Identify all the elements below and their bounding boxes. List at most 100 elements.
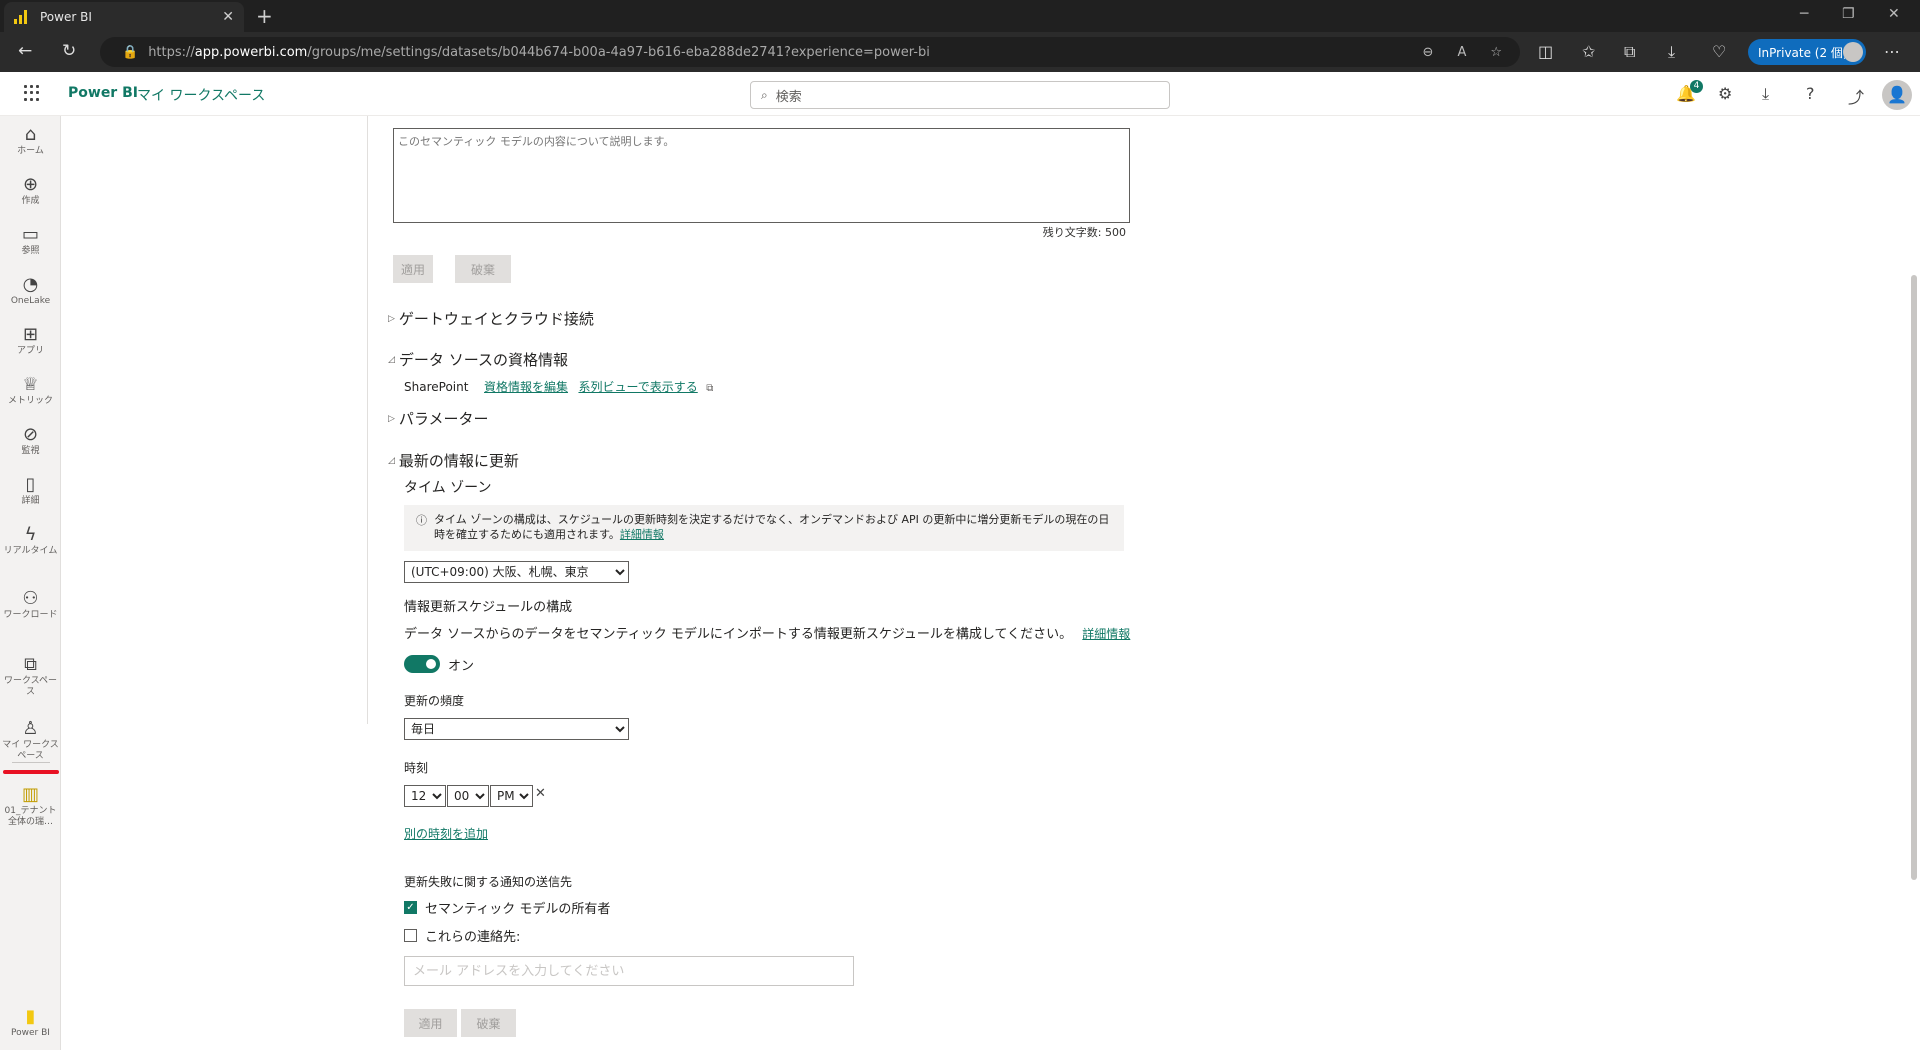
toggle-label: オン [448, 659, 475, 674]
downloads-icon[interactable]: ⤓ [1668, 42, 1675, 62]
nav-label: マイ ワークスペース [2, 740, 59, 761]
nav-item-browse[interactable]: ▭ 参照 [0, 224, 61, 257]
nav-item-report[interactable]: ▥ 01_テナント全体の瑞… [0, 784, 61, 828]
nav-item-monitor[interactable]: ⊘ 監視 [0, 424, 61, 457]
schedule-description-row: データ ソースからのデータをセマンティック モデルにインポートする情報更新スケジ… [404, 623, 1130, 642]
refresh-icon[interactable]: ↻ [62, 41, 76, 61]
inprivate-badge[interactable]: InPrivate (2 個) [1748, 39, 1866, 65]
more-icon[interactable]: ⋯ [1884, 42, 1900, 61]
back-icon[interactable]: ← [18, 41, 32, 61]
timezone-info-box: ⓘ タイム ゾーンの構成は、スケジュールの更新時刻を決定するだけでなく、オンデマ… [404, 505, 1124, 551]
settings-gear-icon[interactable]: ⚙ [1718, 84, 1732, 103]
schedule-description: データ ソースからのデータをセマンティック モデルにインポートする情報更新スケジ… [404, 627, 1073, 642]
nav-label: ホーム [17, 146, 44, 156]
address-bar[interactable]: 🔒 https:// app.powerbi.com /groups/me/se… [100, 37, 1520, 67]
lock-icon: 🔒 [122, 44, 139, 60]
restore-icon[interactable]: ❐ [1842, 6, 1855, 22]
nav-item-create[interactable]: ⊕ 作成 [0, 174, 61, 207]
page-scrollbar[interactable] [1911, 275, 1917, 880]
favorite-star-icon[interactable]: ☆ [1490, 45, 1502, 60]
brand-name[interactable]: Power BI [68, 85, 138, 101]
new-tab-icon[interactable]: + [256, 4, 273, 28]
browser-tab[interactable]: Power BI ✕ [4, 2, 244, 32]
powerbi-header: Power BI マイ ワークスペース ⌕ 検索 🔔 ⚙ ⤓ ? ⤴ [0, 72, 1920, 116]
ampm-select[interactable]: PM [490, 785, 533, 807]
view-lineage-link[interactable]: 系列ビューで表示する [578, 380, 697, 394]
nav-item-onelake[interactable]: ◔ OneLake [0, 274, 61, 307]
add-time-link[interactable]: 別の時刻を追加 [404, 825, 488, 842]
description-apply-button[interactable]: 適用 [393, 255, 433, 283]
url-prefix: https:// [148, 44, 195, 60]
nav-item-home[interactable]: ⌂ ホーム [0, 124, 61, 157]
nav-item-learn[interactable]: ▯ 詳細 [0, 474, 61, 507]
tab-close-icon[interactable]: ✕ [222, 9, 234, 25]
account-avatar[interactable]: 👤 [1882, 80, 1912, 110]
hour-select[interactable]: 12 [404, 785, 446, 807]
refresh-discard-button[interactable]: 破棄 [461, 1009, 516, 1037]
nav-item-my-workspace[interactable]: ♙ マイ ワークスペース [0, 718, 61, 762]
collapse-caret-icon: ◿ [388, 455, 395, 466]
minimize-icon[interactable]: ─ [1800, 6, 1808, 22]
edit-credentials-link[interactable]: 資格情報を編集 [484, 380, 568, 394]
timezone-info-text: タイム ゾーンの構成は、スケジュールの更新時刻を決定するだけでなく、オンデマンド… [434, 513, 1110, 541]
nav-item-workload[interactable]: ⚇ ワークロード [0, 588, 61, 621]
tab-title: Power BI [40, 10, 92, 24]
browser-toolbar: ← ↻ 🔒 https:// app.powerbi.com /groups/m… [0, 32, 1920, 72]
section-credentials[interactable]: ◿ データ ソースの資格情報 [388, 349, 568, 370]
nav-item-metrics[interactable]: ♕ メトリック [0, 374, 61, 407]
owner-checkbox[interactable]: ✓ [404, 901, 417, 914]
window-close-icon[interactable]: ✕ [1888, 6, 1900, 22]
read-aloud-icon[interactable]: A [1457, 45, 1466, 60]
split-screen-icon[interactable]: ◫ [1538, 42, 1553, 61]
workspaces-icon: ⧉ [24, 654, 37, 675]
contacts-checkbox[interactable] [404, 929, 417, 942]
nav-label: Power BI [11, 1028, 50, 1038]
nav-item-realtime[interactable]: ϟ リアルタイム [0, 524, 61, 557]
share-feedback-icon[interactable]: ⤴ [1848, 84, 1864, 108]
nav-label: ワークスペース [3, 676, 58, 697]
schedule-toggle[interactable] [404, 655, 440, 673]
browser-essentials-icon[interactable]: ♡ [1712, 42, 1726, 61]
breadcrumb[interactable]: マイ ワークスペース [137, 85, 265, 105]
browse-icon: ▭ [21, 224, 39, 245]
nav-powerbi-switcher[interactable]: ▮ Power BI [0, 1006, 61, 1039]
zoom-icon[interactable]: ⊖ [1423, 45, 1434, 60]
search-input[interactable]: ⌕ 検索 [750, 81, 1170, 109]
owner-checkbox-row[interactable]: ✓ セマンティック モデルの所有者 [404, 898, 610, 917]
refresh-apply-button[interactable]: 適用 [404, 1009, 457, 1037]
section-refresh[interactable]: ◿ 最新の情報に更新 [388, 450, 519, 471]
active-nav-indicator [3, 770, 59, 774]
schedule-learn-more-link[interactable]: 詳細情報 [1082, 627, 1130, 641]
nav-label: 作成 [21, 196, 40, 206]
nav-item-workspaces[interactable]: ⧉ ワークスペース [0, 654, 61, 698]
section-gateway[interactable]: ▷ ゲートウェイとクラウド接続 [388, 308, 594, 329]
remove-time-icon[interactable]: ✕ [535, 786, 546, 801]
timezone-learn-more-link[interactable]: 詳細情報 [620, 528, 664, 541]
schedule-heading: 情報更新スケジュールの構成 [404, 600, 573, 615]
nav-divider [12, 762, 50, 763]
search-icon: ⌕ [761, 87, 768, 102]
contacts-checkbox-row[interactable]: これらの連絡先: [404, 926, 520, 945]
nav-label: 監視 [21, 446, 40, 456]
help-icon[interactable]: ? [1806, 84, 1815, 103]
download-icon[interactable]: ⤓ [1762, 84, 1769, 104]
apps-icon: ⊞ [22, 324, 39, 345]
expand-caret-icon: ▷ [388, 313, 395, 324]
description-discard-button[interactable]: 破棄 [455, 255, 511, 283]
url-host: app.powerbi.com [194, 44, 308, 60]
frequency-select[interactable]: 毎日 [404, 718, 629, 740]
timezone-select[interactable]: (UTC+09:00) 大阪、札幌、東京 [404, 561, 629, 583]
favorites-icon[interactable]: ✩ [1582, 42, 1595, 61]
powerbi-logo-icon [14, 10, 28, 24]
app-launcher-icon[interactable] [24, 85, 40, 101]
nav-item-apps[interactable]: ⊞ アプリ [0, 324, 61, 357]
section-title: 最新の情報に更新 [398, 452, 519, 470]
remaining-characters: 残り文字数: 500 [1042, 226, 1126, 239]
collections-icon[interactable]: ⧉ [1624, 42, 1635, 62]
minute-select[interactable]: 00 [447, 785, 489, 807]
email-field[interactable] [404, 956, 854, 986]
external-link-icon: ⧉ [706, 383, 714, 394]
notify-heading: 更新失敗に関する通知の送信先 [404, 875, 573, 889]
section-parameters[interactable]: ▷ パラメーター [388, 408, 488, 429]
description-textarea[interactable] [393, 128, 1130, 223]
